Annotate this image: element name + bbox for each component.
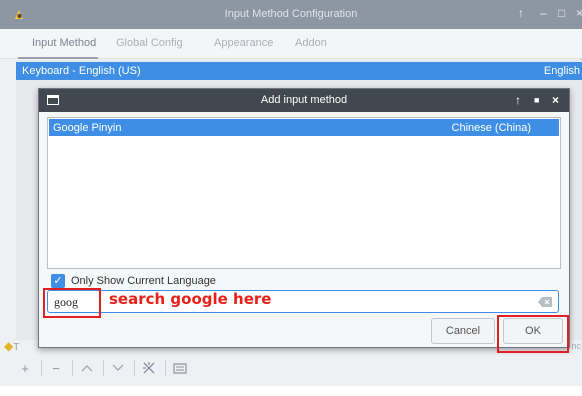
tab-global-config[interactable]: Global Config [116, 37, 183, 49]
list-item[interactable]: Google Pinyin Chinese (China) [49, 119, 559, 136]
window-titlebar[interactable]: Input Method Configuration ↑ – □ × [0, 0, 582, 29]
tab-addon[interactable]: Addon [295, 37, 327, 49]
clear-icon[interactable] [538, 297, 552, 307]
annotation-highlight-box [497, 315, 569, 353]
cancel-button[interactable]: Cancel [431, 318, 495, 344]
annotation-highlight-box [43, 288, 101, 318]
close-icon[interactable]: × [576, 6, 582, 20]
toolbar-separator [103, 360, 104, 376]
available-input-methods-list[interactable]: Google Pinyin Chinese (China) [47, 117, 561, 269]
toolbar-separator [134, 360, 135, 376]
annotation-text: search google here [109, 290, 272, 308]
keep-above-icon[interactable]: ↑ [518, 6, 524, 20]
input-method-name: Keyboard - English (US) [22, 65, 141, 77]
remove-icon[interactable]: − [45, 356, 67, 380]
edge-truncated-text: nc [571, 341, 581, 351]
dialog-titlebar[interactable]: Add input method ↑ ■ × [39, 89, 569, 112]
configure-icon[interactable] [138, 356, 160, 380]
edge-hint-text: ◆T [4, 339, 20, 353]
keep-above-icon[interactable]: ↑ [515, 93, 521, 107]
checkbox-checked-icon[interactable]: ✓ [51, 274, 65, 288]
toolbar-separator [41, 360, 42, 376]
move-up-icon[interactable] [76, 356, 98, 380]
tab-bar: Input Method Global Config Appearance Ad… [0, 29, 582, 59]
dialog-title: Add input method [260, 94, 348, 106]
list-item[interactable]: Keyboard - English (US) English [16, 62, 582, 80]
tab-appearance[interactable]: Appearance [214, 37, 273, 49]
input-method-name: Google Pinyin [53, 122, 122, 134]
input-method-language: English [543, 65, 580, 77]
add-icon[interactable]: + [14, 356, 36, 380]
toolbar-separator [165, 360, 166, 376]
close-icon[interactable]: × [552, 93, 559, 107]
active-tab-indicator [18, 57, 98, 59]
maximize-icon[interactable]: □ [558, 6, 565, 20]
window-title: Input Method Configuration [224, 8, 358, 20]
toolbar-separator [72, 360, 73, 376]
checkbox-label: Only Show Current Language [71, 275, 216, 287]
minimize-icon[interactable]: – [540, 6, 547, 20]
move-down-icon[interactable] [107, 356, 129, 380]
input-method-language: Chinese (China) [451, 122, 531, 134]
maximize-icon[interactable]: ■ [534, 95, 539, 105]
tab-input-method[interactable]: Input Method [32, 37, 96, 49]
add-input-method-dialog: Add input method ↑ ■ × Google Pinyin Chi… [38, 88, 570, 353]
keyboard-layout-icon[interactable] [169, 356, 191, 380]
input-method-toolbar: + − [14, 356, 193, 380]
